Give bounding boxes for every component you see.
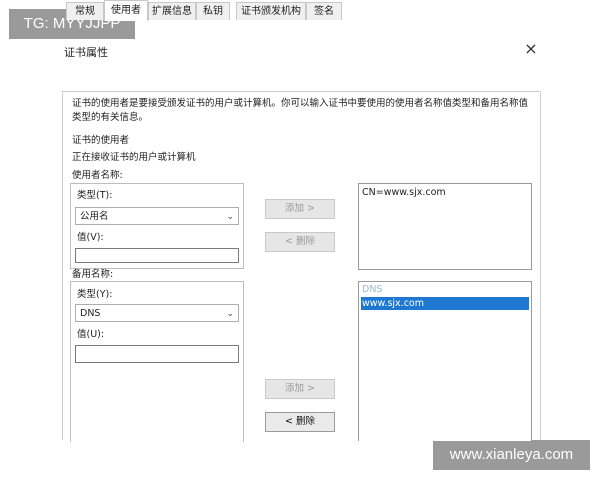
alt-value-input[interactable] <box>75 345 239 363</box>
close-icon[interactable]: × <box>522 40 540 58</box>
dialog-title: 证书属性 <box>64 46 108 59</box>
list-item[interactable]: www.sjx.com <box>361 297 529 310</box>
tab-general[interactable]: 常规 <box>66 2 104 20</box>
alt-remove-button[interactable]: < 删除 <box>265 412 335 432</box>
alt-value-label: 值(U): <box>77 329 105 340</box>
subject-type-select[interactable]: 公用名 ⌄ <box>75 207 239 225</box>
chevron-down-icon: ⌄ <box>226 212 234 222</box>
subject-values-list[interactable]: CN=www.sjx.com <box>358 183 532 270</box>
subject-type-value: 公用名 <box>80 211 109 222</box>
tab-signature[interactable]: 签名 <box>306 2 342 20</box>
subject-value-input[interactable] <box>75 248 239 263</box>
chevron-down-icon: ⌄ <box>226 309 234 319</box>
subject-remove-button[interactable]: < 删除 <box>265 232 335 252</box>
subject-heading: 证书的使用者 <box>72 135 130 146</box>
alt-name-group-label: 备用名称: <box>72 269 114 280</box>
subject-subheading: 正在接收证书的用户或计算机 <box>72 152 196 163</box>
tab-extensions[interactable]: 扩展信息 <box>148 2 196 20</box>
subject-name-group-label: 使用者名称: <box>72 170 123 181</box>
alt-type-select[interactable]: DNS ⌄ <box>75 304 239 322</box>
tab-certificate-authority[interactable]: 证书颁发机构 <box>236 2 306 20</box>
alt-type-value: DNS <box>80 308 101 319</box>
list-group-header: DNS <box>362 284 383 295</box>
alt-type-label: 类型(Y): <box>77 289 113 300</box>
tab-subject[interactable]: 使用者 <box>104 0 148 21</box>
tab-private-key[interactable]: 私钥 <box>196 2 230 20</box>
subject-description: 证书的使用者是要接受颁发证书的用户或计算机。你可以输入证书中要使用的使用者名称值… <box>72 98 529 123</box>
subject-value-label: 值(V): <box>77 232 104 243</box>
subject-type-label: 类型(T): <box>77 190 113 201</box>
alt-values-list[interactable]: DNS www.sjx.com <box>358 281 532 441</box>
subject-add-button[interactable]: 添加 > <box>265 199 335 219</box>
list-item[interactable]: CN=www.sjx.com <box>361 186 529 199</box>
watermark-bottom: www.xianleya.com <box>433 440 590 470</box>
alt-add-button[interactable]: 添加 > <box>265 379 335 399</box>
